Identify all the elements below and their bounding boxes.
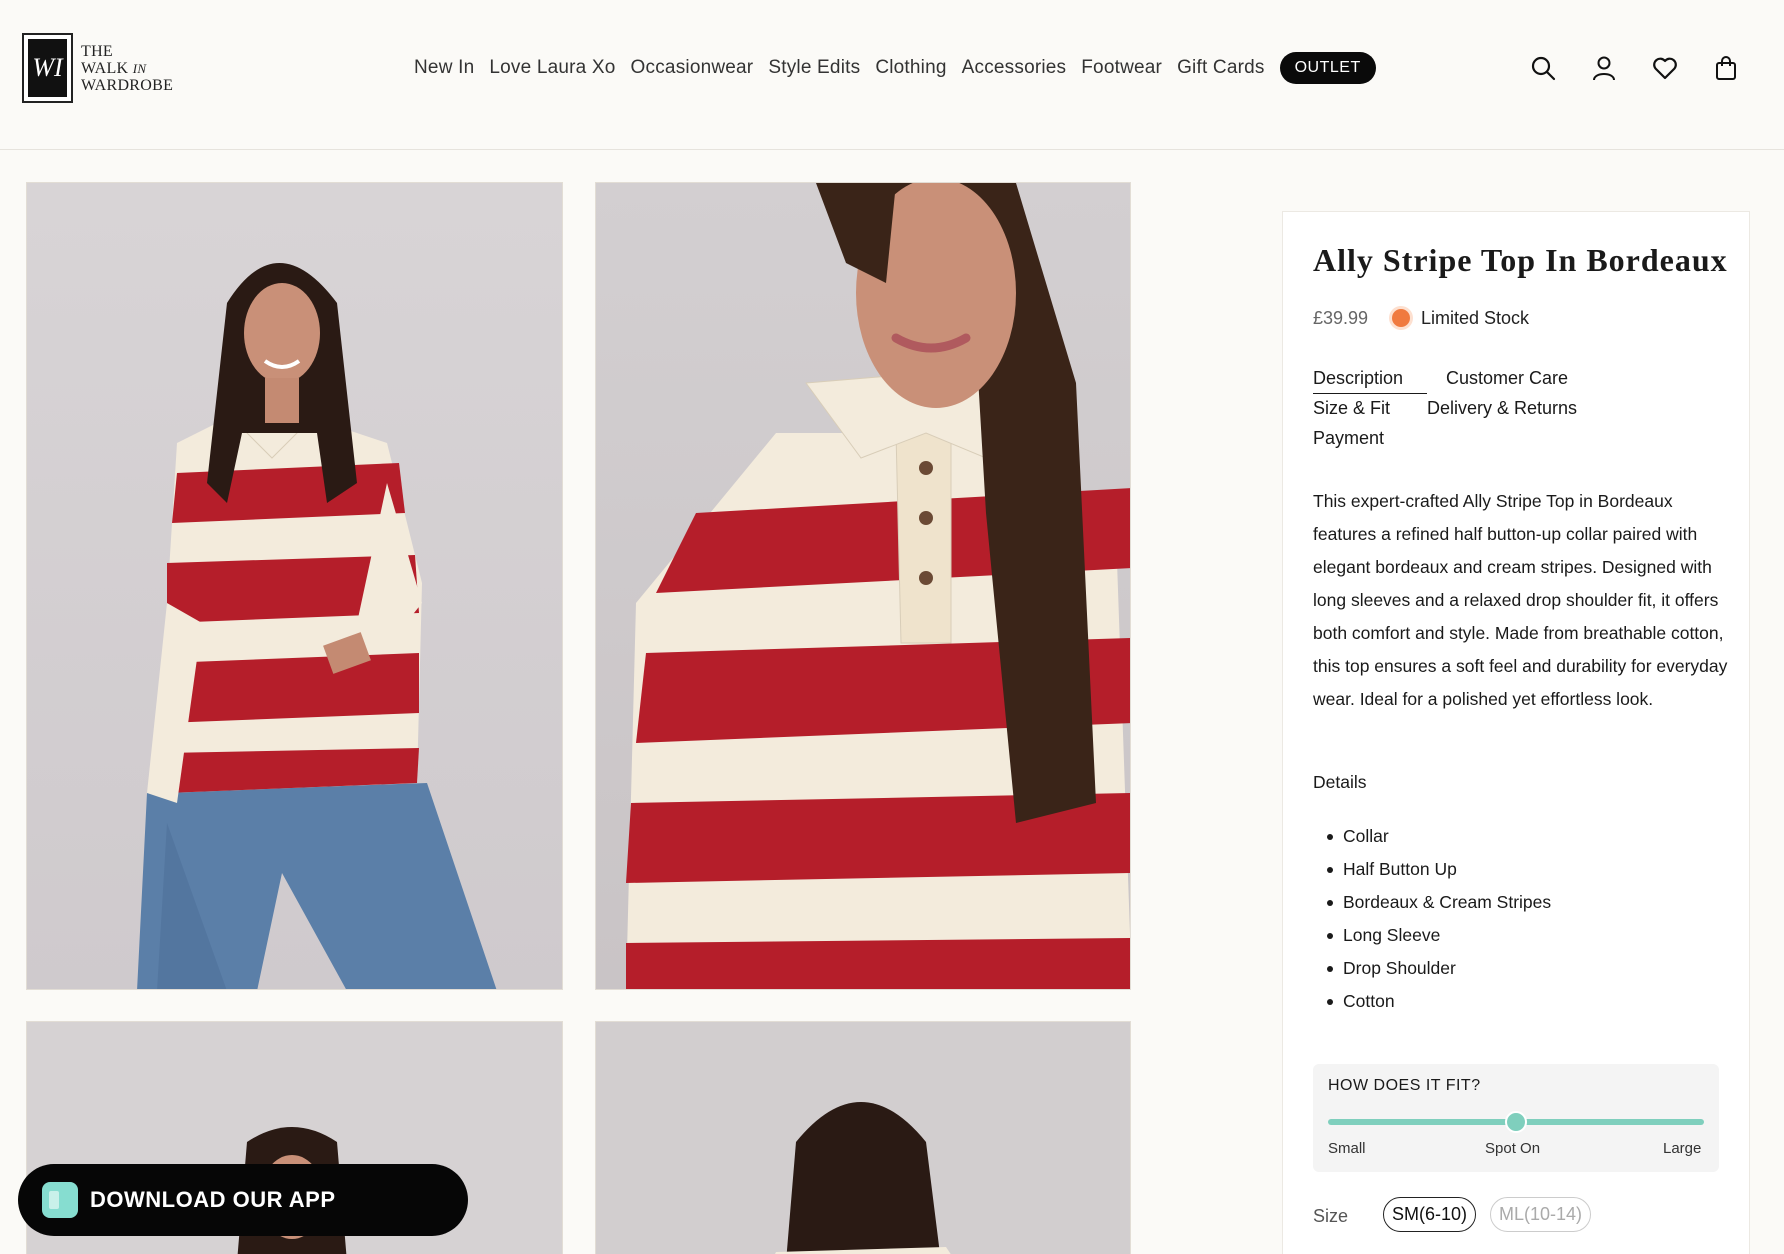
fit-label-small: Small [1328,1140,1366,1157]
header-actions [1530,55,1739,81]
download-app-label: DOWNLOAD OUR APP [90,1187,336,1212]
product-title: Ally Stripe Top In Bordeaux [1313,242,1728,278]
nav-style-edits[interactable]: Style Edits [768,57,860,79]
logo-wordmark: THE WALK IN WARDROBE [81,42,174,94]
app-icon [42,1182,78,1218]
nav-accessories[interactable]: Accessories [962,57,1067,79]
tab-size-fit[interactable]: Size & Fit [1313,398,1390,419]
heart-icon[interactable] [1652,55,1678,81]
product-photo-4[interactable] [595,1021,1131,1254]
details-heading: Details [1313,772,1367,792]
nav-love-laura-xo[interactable]: Love Laura Xo [489,57,615,79]
list-item: Cotton [1313,985,1551,1018]
tab-payment[interactable]: Payment [1313,428,1384,449]
main-nav: New In Love Laura Xo Occasionwear Style … [414,52,1391,84]
stock-indicator-dot [1392,309,1410,327]
tab-customer-care[interactable]: Customer Care [1446,368,1568,389]
size-option-sm[interactable]: SM(6-10) [1383,1197,1477,1232]
list-item: Long Sleeve [1313,919,1551,952]
tab-delivery-returns[interactable]: Delivery & Returns [1427,398,1577,419]
fit-title: HOW DOES IT FIT? [1328,1077,1481,1094]
search-icon[interactable] [1530,55,1556,81]
nav-new-in[interactable]: New In [414,57,474,79]
details-list: Collar Half Button Up Bordeaux & Cream S… [1313,820,1551,1018]
product-info-panel: Ally Stripe Top In Bordeaux £39.99 Limit… [1282,211,1750,1254]
list-item: Collar [1313,820,1551,853]
tab-description[interactable]: Description [1313,368,1427,394]
product-photo-2[interactable] [595,182,1131,990]
fit-slider-knob[interactable] [1505,1111,1527,1133]
product-photo-1[interactable] [26,182,563,990]
stock-status: Limited Stock [1421,308,1530,328]
fit-label-spot-on: Spot On [1485,1140,1541,1157]
site-header: WI THE WALK IN WARDROBE New In Love Laur… [0,0,1784,150]
list-item: Bordeaux & Cream Stripes [1313,886,1551,919]
product-price: £39.99 [1313,308,1369,328]
fit-label-large: Large [1663,1140,1702,1157]
bag-icon[interactable] [1713,55,1739,81]
nav-outlet-button[interactable]: OUTLET [1279,52,1376,84]
logo-mark: WI [22,33,73,103]
nav-gift-cards[interactable]: Gift Cards [1177,57,1265,79]
size-option-ml[interactable]: ML(10-14) [1490,1197,1592,1232]
account-icon[interactable] [1591,55,1617,81]
fit-widget: HOW DOES IT FIT? Small Spot On Large [1313,1064,1719,1172]
brand-logo[interactable]: WI THE WALK IN WARDROBE [22,33,173,103]
list-item: Drop Shoulder [1313,952,1551,985]
download-app-button[interactable]: DOWNLOAD OUR APP [18,1164,468,1236]
nav-footwear[interactable]: Footwear [1081,57,1162,79]
list-item: Half Button Up [1313,853,1551,886]
product-description: This expert-crafted Ally Stripe Top in B… [1313,491,1728,709]
size-label: Size [1313,1206,1349,1226]
nav-occasionwear[interactable]: Occasionwear [631,57,754,79]
nav-clothing[interactable]: Clothing [875,57,946,79]
